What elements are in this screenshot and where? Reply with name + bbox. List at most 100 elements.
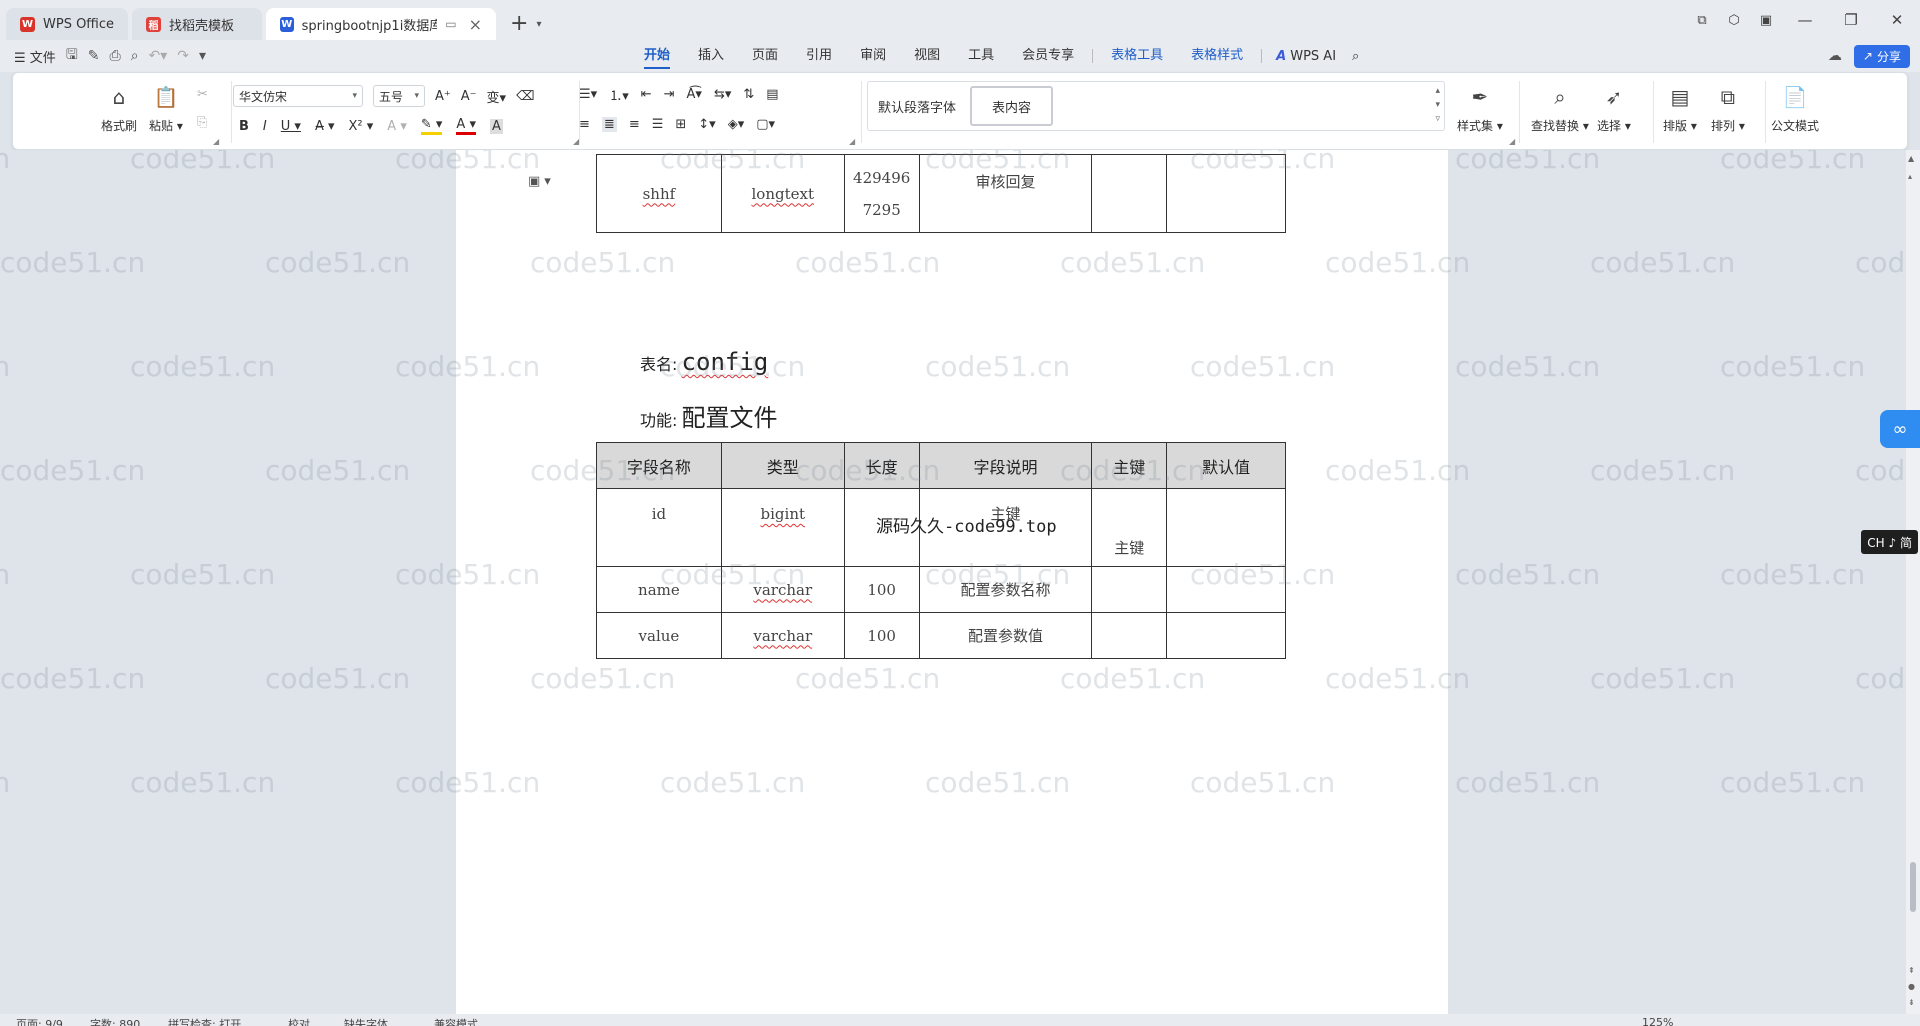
style-table-content[interactable]: 表内容 — [970, 86, 1054, 126]
table-cell[interactable] — [1091, 566, 1168, 613]
tab-document[interactable]: W springbootnjp1i数据库文档 ▭ × — [266, 8, 497, 40]
show-marks-icon[interactable]: ▤ — [766, 87, 778, 102]
phonetic-icon[interactable]: 变▾ — [487, 87, 507, 106]
table-cell[interactable] — [1091, 154, 1168, 233]
undo-icon[interactable]: ↶▾ — [149, 48, 168, 64]
table-cell[interactable] — [1166, 566, 1286, 613]
prev-page-icon[interactable]: ⇞ — [1908, 966, 1915, 975]
arrange-button[interactable]: ⧉ 排列 ▾ — [1711, 83, 1745, 134]
restore-icon[interactable]: ❐ — [1828, 11, 1874, 29]
table-cell[interactable]: id — [596, 488, 722, 567]
table-cell[interactable] — [1166, 488, 1286, 567]
char-shading-icon[interactable]: A — [489, 118, 503, 134]
superscript-icon[interactable]: X² ▾ — [349, 119, 374, 134]
grow-font-icon[interactable]: A⁺ — [435, 89, 451, 104]
close-window-icon[interactable]: ✕ — [1874, 11, 1920, 29]
align-right-icon[interactable]: ≡ — [629, 117, 640, 132]
clear-format-icon[interactable]: ⌫ — [516, 89, 534, 104]
chinese-layout-icon[interactable]: A͡▾ — [687, 87, 702, 102]
align-left-icon[interactable]: ≡ — [579, 117, 590, 132]
print-icon[interactable]: ⎙ — [109, 48, 120, 64]
table-cell[interactable] — [1091, 612, 1168, 659]
table-cell[interactable]: 100 — [843, 566, 920, 613]
close-tab-icon[interactable]: × — [469, 15, 482, 34]
table-cell[interactable]: 审核回复 — [918, 154, 1093, 233]
border-icon[interactable]: ▢▾ — [756, 117, 775, 132]
zoom-level[interactable]: 125% — [1642, 1016, 1673, 1026]
cube-icon[interactable]: ⬡ — [1718, 13, 1750, 28]
tab-references[interactable]: 引用 — [792, 40, 846, 72]
table-cell[interactable]: 100 — [843, 612, 920, 659]
find-replace-button[interactable]: ⌕ 查找替换 ▾ — [1531, 83, 1589, 134]
print-preview-icon[interactable]: ⌕ — [131, 48, 139, 64]
table-cell[interactable]: varchar — [720, 566, 845, 613]
ime-indicator[interactable]: CH ♪ 简 — [1861, 530, 1918, 554]
decrease-indent-icon[interactable]: ⇤ — [641, 87, 652, 102]
tab-wps-office[interactable]: W WPS Office — [6, 8, 129, 40]
cut-icon[interactable]: ✂ — [197, 87, 208, 102]
spell-check-status[interactable]: 拼写检查: 打开 — [168, 1016, 241, 1026]
shading-icon[interactable]: ◈▾ — [728, 117, 745, 132]
column-header[interactable]: 字段名称 — [596, 442, 722, 489]
avatar[interactable]: ▣ — [1750, 13, 1782, 28]
column-header[interactable]: 主键 — [1091, 442, 1168, 489]
file-menu[interactable]: ☰ 文件 — [14, 47, 56, 66]
table-cell[interactable]: name — [596, 566, 722, 613]
screen-icon[interactable]: ▭ — [445, 17, 456, 31]
select-button[interactable]: ➶ 选择 ▾ — [1597, 83, 1631, 134]
table-cell[interactable]: value — [596, 612, 722, 659]
missing-font-indicator[interactable]: 缺失字体 — [344, 1016, 388, 1026]
floating-assistant-button[interactable]: ∞ — [1880, 410, 1920, 448]
gallery-scroll[interactable]: ▴ ▾ ▿ — [1435, 84, 1440, 126]
layout-button[interactable]: ▤ 排版 ▾ — [1663, 83, 1697, 134]
dialog-launcher-icon[interactable]: ◢ — [213, 137, 219, 146]
document-page[interactable]: shhf longtext 429496 7295 审核回复 表名: config… — [456, 150, 1448, 1014]
select-browse-icon[interactable]: ● — [1908, 982, 1915, 991]
bold-icon[interactable]: B — [239, 119, 249, 134]
chevron-down-icon[interactable]: ▾ — [199, 48, 206, 64]
redo-icon[interactable]: ↷ — [177, 48, 189, 64]
document-area[interactable]: shhf longtext 429496 7295 审核回复 表名: config… — [0, 150, 1920, 1014]
copy-icon[interactable]: ⎘ — [197, 115, 207, 130]
tab-insert[interactable]: 插入 — [684, 40, 738, 72]
share-button[interactable]: ↗ 分享 — [1853, 44, 1910, 68]
style-default-paragraph-font[interactable]: 默认段落字体 — [868, 86, 966, 126]
tab-home[interactable]: 开始 — [630, 40, 684, 72]
minimize-icon[interactable]: — — [1782, 11, 1828, 29]
table-cell[interactable]: bigint — [720, 488, 845, 567]
table-cell[interactable]: 429496 7295 — [843, 154, 920, 233]
align-center-icon[interactable]: ≣ — [601, 117, 617, 132]
scroll-up-icon[interactable]: ▲ — [1908, 154, 1914, 163]
table-move-handle[interactable]: ▣ ▾ — [528, 174, 551, 189]
wps-ai-button[interactable]: A WPS AI — [1266, 49, 1346, 64]
tab-page[interactable]: 页面 — [738, 40, 792, 72]
dialog-launcher-icon[interactable]: ◢ — [849, 137, 855, 146]
numbered-list-icon[interactable]: ⒈▾ — [609, 85, 629, 104]
font-name-select[interactable]: 华文仿宋 ▾ — [233, 85, 363, 107]
table-cell[interactable] — [1166, 154, 1286, 233]
table-cell[interactable]: longtext — [720, 154, 845, 233]
tab-review[interactable]: 审阅 — [846, 40, 900, 72]
font-color-icon[interactable]: A ▾ — [456, 117, 476, 135]
text-effect-icon[interactable]: A ▾ — [387, 119, 407, 134]
table-cell[interactable]: shhf — [596, 154, 722, 233]
table-cell[interactable] — [1166, 612, 1286, 659]
tab-table-style[interactable]: 表格样式 — [1177, 40, 1257, 72]
line-spacing-icon[interactable]: ↕▾ — [698, 117, 715, 132]
column-header[interactable]: 默认值 — [1166, 442, 1286, 489]
table-cell[interactable]: varchar — [720, 612, 845, 659]
tab-table-tools[interactable]: 表格工具 — [1097, 40, 1177, 72]
format-painter-button[interactable]: ⌂ 格式刷 — [101, 83, 137, 134]
table-cell[interactable]: 配置参数名称 — [918, 566, 1093, 613]
tab-template[interactable]: 稻 找稻壳模板 — [132, 8, 263, 40]
bullet-list-icon[interactable]: ☰▾ — [579, 87, 597, 102]
scroll-up-icon[interactable]: ▴ — [1908, 172, 1912, 181]
dialog-launcher-icon[interactable]: ◢ — [1509, 137, 1515, 146]
strikethrough-icon[interactable]: A̶ ▾ — [315, 119, 335, 134]
column-header[interactable]: 类型 — [720, 442, 845, 489]
text-direction-icon[interactable]: ⇆▾ — [714, 87, 731, 102]
highlight-icon[interactable]: ✎ ▾ — [420, 117, 443, 135]
new-tab-icon[interactable]: + — [510, 11, 528, 36]
vertical-scrollbar[interactable]: ▲ ▴ ⇞ ● ⇟ — [1906, 150, 1920, 1014]
column-header[interactable]: 字段说明 — [918, 442, 1093, 489]
